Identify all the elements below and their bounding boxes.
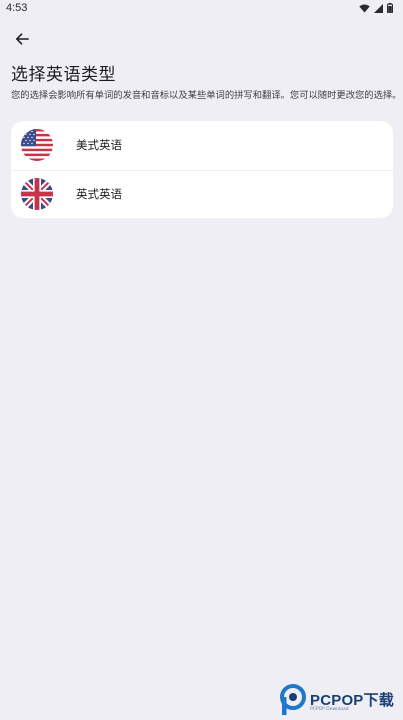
arrow-left-icon	[15, 33, 29, 45]
wifi-icon	[359, 3, 370, 13]
option-british-english[interactable]: 英式英语	[11, 169, 393, 219]
status-bar: 4:53	[0, 0, 403, 18]
english-type-card: 美式英语 英式英语	[11, 121, 393, 218]
status-icons	[359, 3, 393, 13]
option-american-english[interactable]: 美式英语	[11, 121, 393, 170]
signal-icon	[374, 3, 383, 13]
watermark-subtext: PCPOP Download	[310, 707, 349, 712]
battery-icon	[387, 3, 393, 13]
page-title: 选择英语类型	[11, 65, 116, 85]
option-label: 美式英语	[76, 138, 122, 153]
status-time: 4:53	[6, 2, 28, 14]
us-flag-icon	[21, 129, 53, 162]
watermark-logo: PCPOP下载 PCPOP Download	[280, 684, 403, 720]
page-subtitle: 您的选择会影响所有单词的发音和音标以及某些单词的拼写和翻译。您可以随时更改您的选…	[11, 90, 402, 101]
pcpop-logo-icon	[280, 684, 306, 715]
back-button[interactable]	[10, 28, 34, 50]
uk-flag-icon	[21, 178, 53, 211]
option-label: 英式英语	[76, 187, 122, 202]
